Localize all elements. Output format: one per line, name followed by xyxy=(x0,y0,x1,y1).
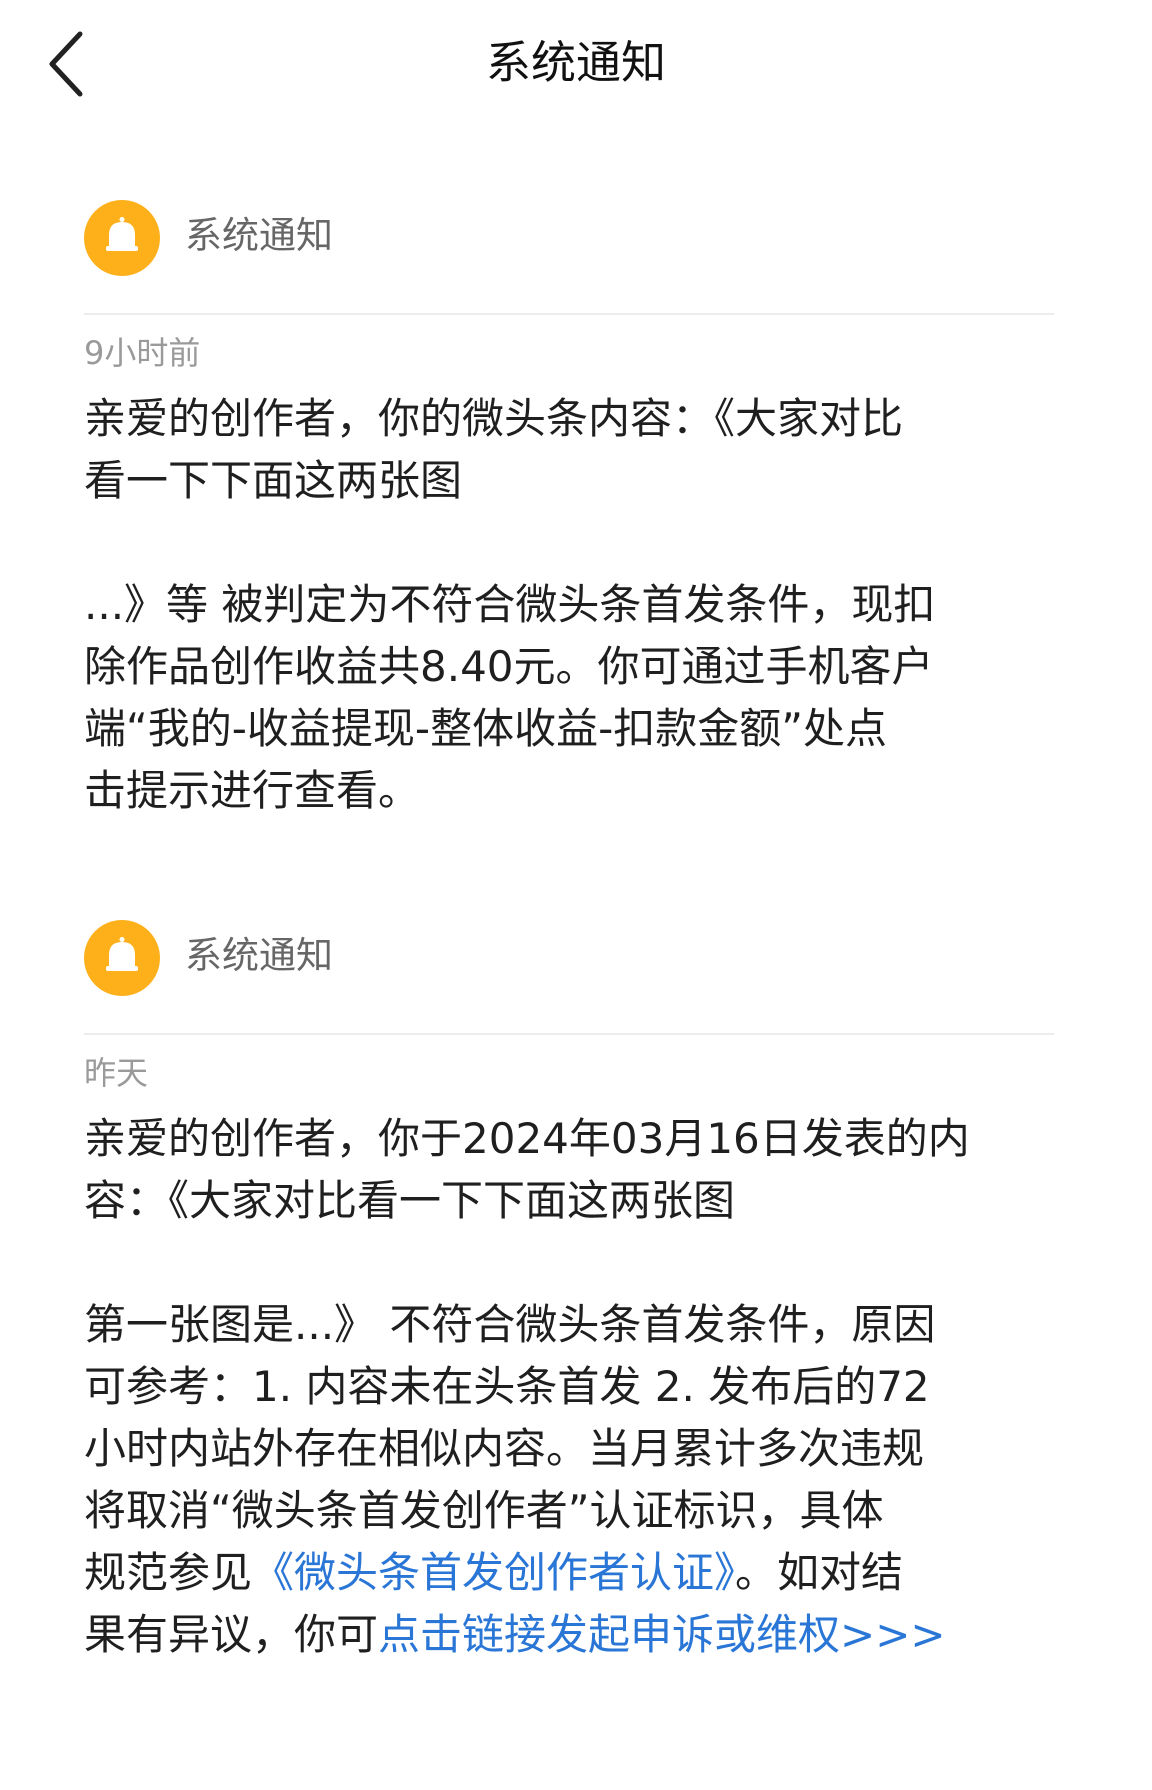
message-text: 果有异议，你可 xyxy=(84,1610,379,1659)
message-line: 第一张图是...》 不符合微头条首发条件，原因 xyxy=(84,1300,936,1349)
message-line: 端“我的-收益提现-整体收益-扣款金额”处点 xyxy=(84,704,887,753)
bell-icon xyxy=(106,937,138,971)
bell-avatar xyxy=(84,920,160,996)
notice-time: 9小时前 xyxy=(84,334,201,372)
sender-name: 系统通知 xyxy=(185,214,333,257)
appeal-link[interactable]: 点击链接发起申诉或维权>>> xyxy=(378,1610,946,1659)
page-title: 系统通知 xyxy=(485,36,666,89)
message-line: 除作品创作收益共8.40元。你可通过手机客户 xyxy=(84,642,934,691)
message-line: 亲爱的创作者，你于2024年03月16日发表的内 xyxy=(84,1114,970,1163)
notice-card[interactable]: 系统通知 昨天 亲爱的创作者，你于2024年03月16日发表的内 容：《大家对比… xyxy=(84,920,1054,1680)
message-line: 规范参见《微头条首发创作者认证》。如对结 xyxy=(84,1542,1059,1604)
bell-icon xyxy=(106,217,138,251)
message-line: 果有异议，你可点击链接发起申诉或维权>>> xyxy=(84,1604,1059,1666)
notice-time: 昨天 xyxy=(84,1054,149,1092)
message-text: 。如对结 xyxy=(735,1548,904,1597)
message-blank-line xyxy=(84,1232,1059,1294)
message-blank-line xyxy=(84,512,1059,574)
divider xyxy=(84,1033,1054,1035)
notice-card[interactable]: 系统通知 9小时前 亲爱的创作者，你的微头条内容：《大家对比 看一下下面这两张图… xyxy=(84,200,1054,820)
message-line: 击提示进行查看。 xyxy=(84,766,421,815)
notice-message: 亲爱的创作者，你的微头条内容：《大家对比 看一下下面这两张图 ...》等 被判定… xyxy=(84,388,1059,822)
message-text: 规范参见 xyxy=(84,1548,253,1597)
notice-message: 亲爱的创作者，你于2024年03月16日发表的内 容：《大家对比看一下下面这两张… xyxy=(84,1108,1059,1666)
message-line: 小时内站外存在相似内容。当月累计多次违规 xyxy=(84,1424,925,1473)
notice-sender: 系统通知 xyxy=(84,200,1054,302)
message-line: 将取消“微头条首发创作者”认证标识，具体 xyxy=(84,1486,884,1535)
message-line: 看一下下面这两张图 xyxy=(84,456,463,505)
message-line: 可参考：1. 内容未在头条首发 2. 发布后的72 xyxy=(84,1362,930,1411)
top-bar: 系统通知 xyxy=(0,0,1152,130)
message-line: 容：《大家对比看一下下面这两张图 xyxy=(84,1176,736,1225)
certification-link[interactable]: 《微头条首发创作者认证》 xyxy=(252,1548,735,1597)
message-line: ...》等 被判定为不符合微头条首发条件，现扣 xyxy=(84,580,936,629)
bell-avatar xyxy=(84,200,160,276)
message-line: 亲爱的创作者，你的微头条内容：《大家对比 xyxy=(84,394,904,443)
sender-name: 系统通知 xyxy=(185,934,333,977)
divider xyxy=(84,313,1054,315)
notice-sender: 系统通知 xyxy=(84,920,1054,1022)
